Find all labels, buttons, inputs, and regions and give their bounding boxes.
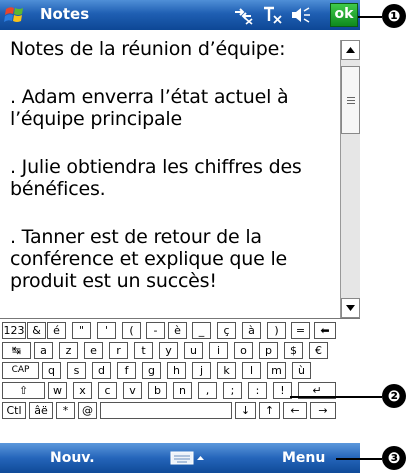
menu-bar: Nouv. Menu xyxy=(0,443,360,473)
key[interactable]: s xyxy=(67,362,86,379)
key[interactable]: à xyxy=(242,322,261,339)
key-caps-lock[interactable]: CAP xyxy=(2,362,39,379)
key[interactable]: $ xyxy=(284,342,303,359)
key[interactable]: ' xyxy=(97,322,116,339)
key[interactable]: h xyxy=(167,362,186,379)
note-paragraph: . Adam enverra l’état actuel à l’équipe … xyxy=(10,86,289,130)
key[interactable]: " xyxy=(72,322,91,339)
pocketpc-screen: Notes ok Notes de la réunion d’équipe: .… xyxy=(0,0,360,473)
key[interactable]: x xyxy=(73,382,92,399)
note-paragraph: Notes de la réunion d’équipe: xyxy=(10,38,286,60)
callout-leader-line xyxy=(336,458,382,460)
callout-3-badge: ❸ xyxy=(382,446,406,470)
key[interactable]: ; xyxy=(223,382,242,399)
ok-button[interactable]: ok xyxy=(330,3,358,27)
key[interactable]: w xyxy=(48,382,67,399)
connectivity-icon[interactable] xyxy=(232,5,254,25)
key[interactable]: u xyxy=(184,342,203,359)
volume-icon[interactable] xyxy=(290,5,312,25)
key[interactable]: ù xyxy=(292,362,311,379)
key-backspace[interactable]: ⬅ xyxy=(314,322,336,339)
key[interactable]: è xyxy=(168,322,187,339)
key[interactable]: t xyxy=(134,342,153,359)
key[interactable]: m xyxy=(267,362,286,379)
key[interactable]: q xyxy=(42,362,61,379)
key[interactable]: k xyxy=(217,362,236,379)
key[interactable]: & xyxy=(27,322,46,339)
signal-icon[interactable] xyxy=(262,5,284,25)
windows-start-icon[interactable] xyxy=(4,3,34,27)
soft-keyboard: 123 & é " ' ( - è _ ç à ) = ⬅ ↹ a z e r … xyxy=(0,318,360,444)
key-space[interactable] xyxy=(100,402,232,419)
key[interactable]: b xyxy=(148,382,167,399)
key[interactable]: ) xyxy=(267,322,286,339)
key-ctl[interactable]: Ctl xyxy=(2,402,26,419)
key[interactable]: d xyxy=(92,362,111,379)
key[interactable]: i xyxy=(209,342,228,359)
callout-leader-line xyxy=(290,396,382,398)
key[interactable]: r xyxy=(109,342,128,359)
menu-softkey[interactable]: Menu xyxy=(282,450,325,466)
key[interactable]: _ xyxy=(192,322,211,339)
key[interactable]: o xyxy=(234,342,253,359)
key-arrow-left[interactable]: ← xyxy=(283,402,307,419)
key-123[interactable]: 123 xyxy=(2,322,26,339)
title-bar: Notes ok xyxy=(0,0,360,30)
note-paragraph: . Tanner est de retour de la conférence … xyxy=(10,226,288,292)
key-accents[interactable]: âë xyxy=(29,402,53,419)
key[interactable]: e xyxy=(84,342,103,359)
key[interactable]: = xyxy=(291,322,310,339)
key-arrow-down[interactable]: ↓ xyxy=(235,402,256,419)
key[interactable]: a xyxy=(34,342,53,359)
key[interactable]: ( xyxy=(122,322,141,339)
key[interactable]: ç xyxy=(217,322,236,339)
key[interactable]: y xyxy=(159,342,178,359)
key[interactable]: l xyxy=(242,362,261,379)
key[interactable]: * xyxy=(56,402,75,419)
key[interactable]: é xyxy=(47,322,66,339)
key[interactable]: , xyxy=(198,382,217,399)
app-title: Notes xyxy=(40,5,90,23)
key-arrow-right[interactable]: → xyxy=(310,402,336,419)
key-shift[interactable]: ⇧ xyxy=(2,382,45,399)
key[interactable]: g xyxy=(142,362,161,379)
callout-2-badge: ❷ xyxy=(382,384,406,408)
scroll-thumb[interactable] xyxy=(341,66,360,134)
key[interactable]: € xyxy=(309,342,328,359)
note-body[interactable]: Notes de la réunion d’équipe: . Adam env… xyxy=(0,30,340,318)
scroll-up-button[interactable] xyxy=(341,40,360,60)
note-paragraph: . Julie obtiendra les chiffres des bénéf… xyxy=(10,156,302,200)
scroll-down-button[interactable] xyxy=(341,298,360,318)
arrow-down-icon xyxy=(346,305,355,311)
key-arrow-up[interactable]: ↑ xyxy=(259,402,280,419)
key[interactable]: p xyxy=(259,342,278,359)
key-tab[interactable]: ↹ xyxy=(2,342,31,359)
callout-leader-line xyxy=(358,16,382,18)
callout-1-badge: ❶ xyxy=(382,4,406,28)
key[interactable]: n xyxy=(173,382,192,399)
key[interactable]: v xyxy=(123,382,142,399)
new-softkey[interactable]: Nouv. xyxy=(50,450,95,466)
arrow-up-icon xyxy=(346,47,355,53)
key[interactable]: f xyxy=(117,362,136,379)
key[interactable]: j xyxy=(192,362,211,379)
key[interactable]: - xyxy=(146,322,165,339)
key[interactable]: c xyxy=(98,382,117,399)
key[interactable]: : xyxy=(248,382,267,399)
vertical-scrollbar[interactable] xyxy=(340,40,360,318)
key[interactable]: z xyxy=(59,342,78,359)
keyboard-input-icon[interactable] xyxy=(170,450,206,466)
key[interactable]: @ xyxy=(78,402,97,419)
